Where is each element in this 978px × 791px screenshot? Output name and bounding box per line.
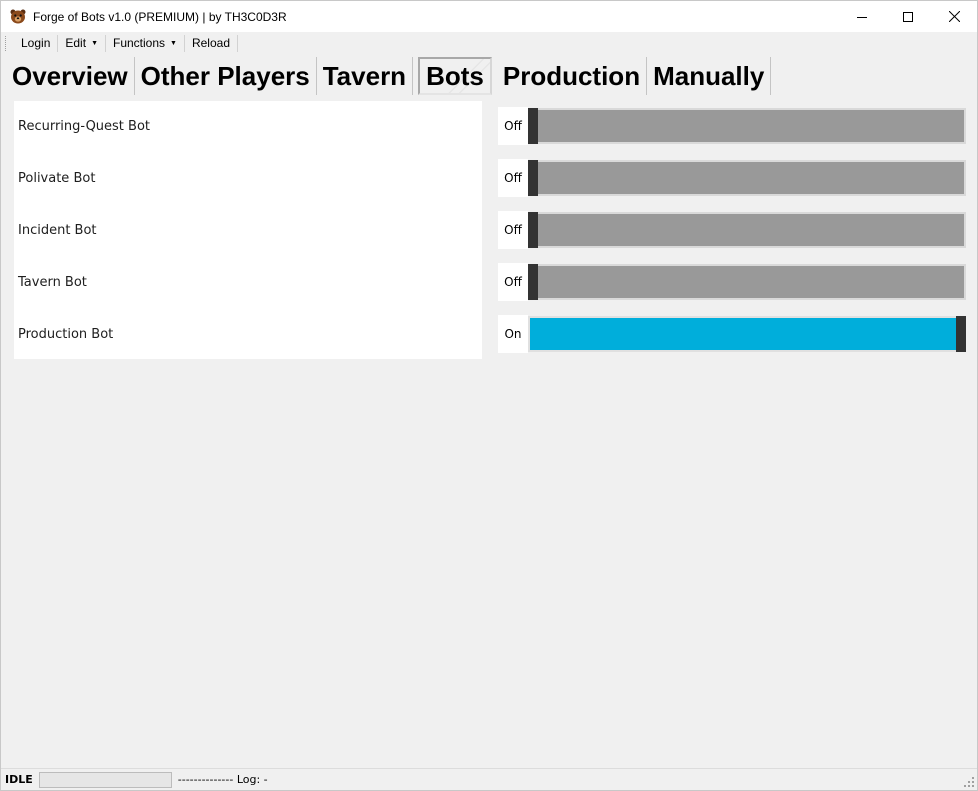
menu-edit-label: Edit	[65, 36, 87, 50]
tavern-toggle[interactable]: Off	[498, 263, 966, 301]
tab-bots[interactable]: Bots	[418, 57, 492, 95]
resize-grip-icon[interactable]	[964, 777, 974, 787]
menu-reload-label: Reload	[191, 36, 230, 50]
close-button[interactable]	[931, 1, 977, 32]
toggle-knob[interactable]	[528, 212, 538, 248]
toggle-knob[interactable]	[528, 264, 538, 300]
tab-strip: Overview Other Players Tavern Bots Produ…	[6, 57, 772, 97]
incident-toggle[interactable]: Off	[498, 211, 966, 249]
toggle-state-label: Off	[498, 159, 528, 197]
status-state: IDLE	[5, 773, 33, 786]
menu-edit[interactable]: Edit ▼	[58, 35, 106, 52]
menu-bar: Login Edit ▼ Functions ▼ Reload	[1, 32, 977, 55]
tab-manually[interactable]: Manually	[647, 57, 772, 95]
toggle-state-label: Off	[498, 263, 528, 301]
toggle-knob[interactable]	[956, 316, 966, 352]
bot-label-production: Production Bot	[18, 327, 114, 342]
toggle-state-label: Off	[498, 211, 528, 249]
menu-functions-label: Functions	[113, 36, 166, 50]
menu-functions[interactable]: Functions ▼	[106, 35, 185, 52]
production-toggle[interactable]: On	[498, 315, 966, 353]
toggle-track[interactable]	[528, 212, 966, 248]
bot-label-recurring-quest: Recurring-Quest Bot	[18, 119, 151, 134]
menu-reload[interactable]: Reload	[185, 35, 238, 52]
toggle-knob[interactable]	[528, 160, 538, 196]
recurring-quest-toggle[interactable]: Off	[498, 107, 966, 145]
caret-down-icon: ▼	[170, 40, 177, 47]
toggle-state-label: On	[498, 315, 528, 353]
minimize-icon	[857, 16, 867, 18]
status-log-text: -------------- Log: -	[177, 773, 268, 786]
window-title: Forge of Bots v1.0 (PREMIUM) | by TH3C0D…	[33, 9, 287, 24]
bear-app-icon	[9, 9, 27, 25]
tab-other-players[interactable]: Other Players	[135, 57, 317, 95]
toggle-track[interactable]	[528, 160, 966, 196]
toggle-track[interactable]	[528, 316, 966, 352]
toggle-knob[interactable]	[528, 108, 538, 144]
status-progress-bar	[38, 771, 172, 788]
toggle-track[interactable]	[528, 108, 966, 144]
tab-production[interactable]: Production	[497, 57, 648, 95]
minimize-button[interactable]	[839, 1, 885, 32]
tab-overview[interactable]: Overview	[6, 57, 135, 95]
bot-labels-panel: Recurring-Quest Bot Polivate Bot Inciden…	[14, 101, 482, 359]
status-bar: IDLE -------------- Log: -	[1, 768, 977, 790]
menu-grip	[5, 36, 8, 51]
bot-label-incident: Incident Bot	[18, 223, 97, 238]
toggle-track[interactable]	[528, 264, 966, 300]
title-bar: Forge of Bots v1.0 (PREMIUM) | by TH3C0D…	[1, 1, 977, 32]
polivate-toggle[interactable]: Off	[498, 159, 966, 197]
bot-label-tavern: Tavern Bot	[18, 275, 87, 290]
close-icon	[948, 11, 960, 22]
maximize-button[interactable]	[885, 1, 931, 32]
tab-tavern[interactable]: Tavern	[317, 57, 414, 95]
bot-label-polivate: Polivate Bot	[18, 171, 96, 186]
menu-login[interactable]: Login	[14, 35, 59, 52]
maximize-icon	[903, 11, 913, 22]
caret-down-icon: ▼	[91, 40, 98, 47]
toggle-state-label: Off	[498, 107, 528, 145]
menu-login-label: Login	[21, 36, 51, 50]
